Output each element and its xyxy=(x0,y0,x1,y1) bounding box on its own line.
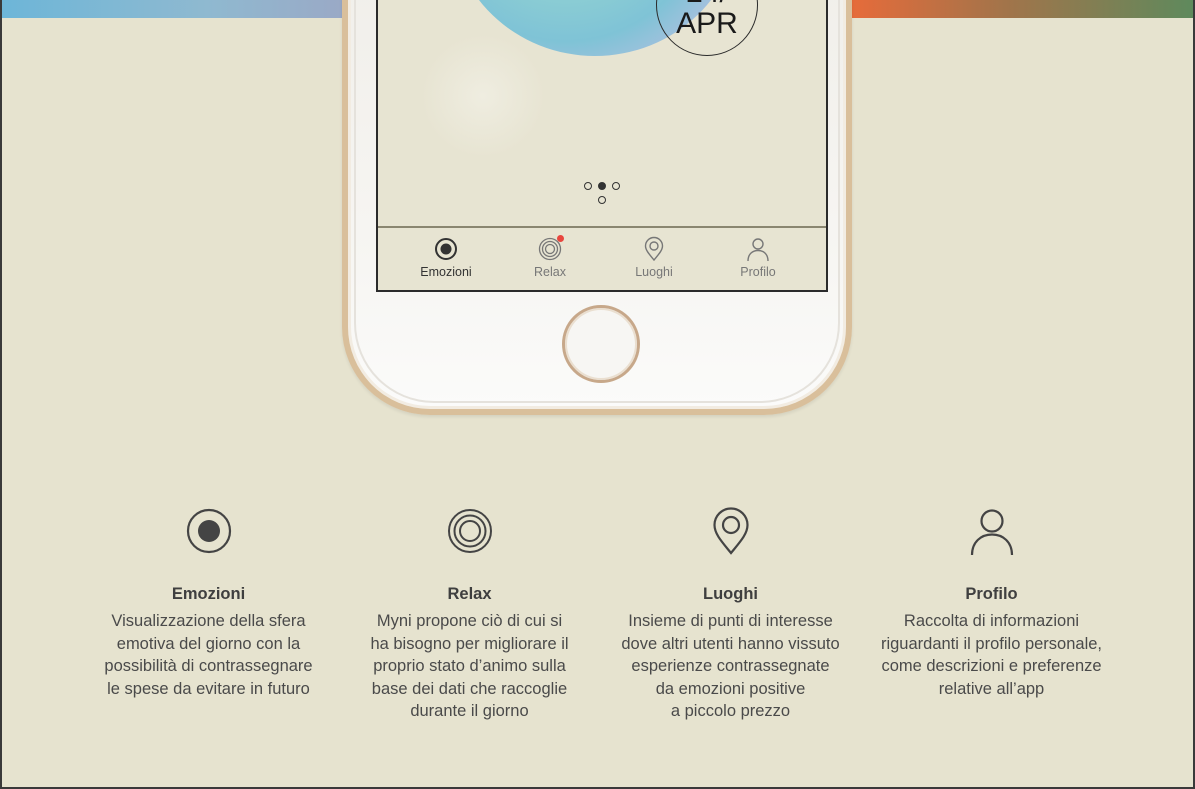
tab-bar: Emozioni Relax Luoghi Profilo xyxy=(378,226,826,290)
notification-dot xyxy=(557,235,564,242)
page-dot[interactable] xyxy=(584,182,592,190)
map-pin-icon xyxy=(644,236,664,262)
user-icon xyxy=(970,509,1013,556)
feature-description: Myni propone ciò di cui si ha bisogno pe… xyxy=(370,612,569,720)
map-pin-icon xyxy=(712,507,749,555)
feature-emozioni: Emozioni Visualizzazione della sfera emo… xyxy=(78,505,339,735)
top-color-band-left xyxy=(2,0,344,18)
feature-description: Visualizzazione della sfera emotiva del … xyxy=(104,612,313,698)
feature-description: Insieme di punti di interesse dove altri… xyxy=(621,612,840,720)
top-color-band-right xyxy=(848,0,1193,18)
tab-luoghi[interactable]: Luoghi xyxy=(609,236,699,279)
tab-label: Luoghi xyxy=(635,265,673,279)
page-dot-active[interactable] xyxy=(598,182,606,190)
page-dot[interactable] xyxy=(612,182,620,190)
page-dot[interactable] xyxy=(598,196,606,204)
phone-mockup: 24/ APR Emozioni xyxy=(342,0,852,415)
target-icon xyxy=(186,508,231,554)
page-indicator xyxy=(584,182,624,212)
home-button[interactable] xyxy=(562,305,640,383)
tab-emozioni[interactable]: Emozioni xyxy=(401,236,491,279)
phone-screen: 24/ APR Emozioni xyxy=(376,0,828,292)
feature-luoghi: Luoghi Insieme di punti di interesse dov… xyxy=(600,505,861,735)
feature-title: Relax xyxy=(447,585,492,603)
page: 24/ APR Emozioni xyxy=(0,0,1195,789)
feature-title: Profilo xyxy=(965,585,1018,603)
feature-title: Luoghi xyxy=(703,585,758,603)
concentric-circles-icon xyxy=(447,509,492,553)
tab-label: Relax xyxy=(534,265,566,279)
feature-relax: Relax Myni propone ciò di cui si ha biso… xyxy=(339,505,600,735)
date-badge[interactable]: 24/ APR xyxy=(656,0,758,56)
features-row: Emozioni Visualizzazione della sfera emo… xyxy=(78,505,1123,735)
user-icon xyxy=(747,238,769,262)
tab-label: Profilo xyxy=(740,265,776,279)
tab-label: Emozioni xyxy=(420,265,472,279)
date-month: APR xyxy=(676,7,738,40)
tab-relax[interactable]: Relax xyxy=(505,235,595,279)
target-icon xyxy=(435,238,457,260)
feature-title: Emozioni xyxy=(171,585,246,603)
feature-description: Raccolta di informazioni riguardanti il … xyxy=(880,612,1103,698)
feature-profilo: Profilo Raccolta di informazioni riguard… xyxy=(861,505,1122,735)
tab-profilo[interactable]: Profilo xyxy=(713,236,803,279)
sphere-glow xyxy=(418,36,548,156)
